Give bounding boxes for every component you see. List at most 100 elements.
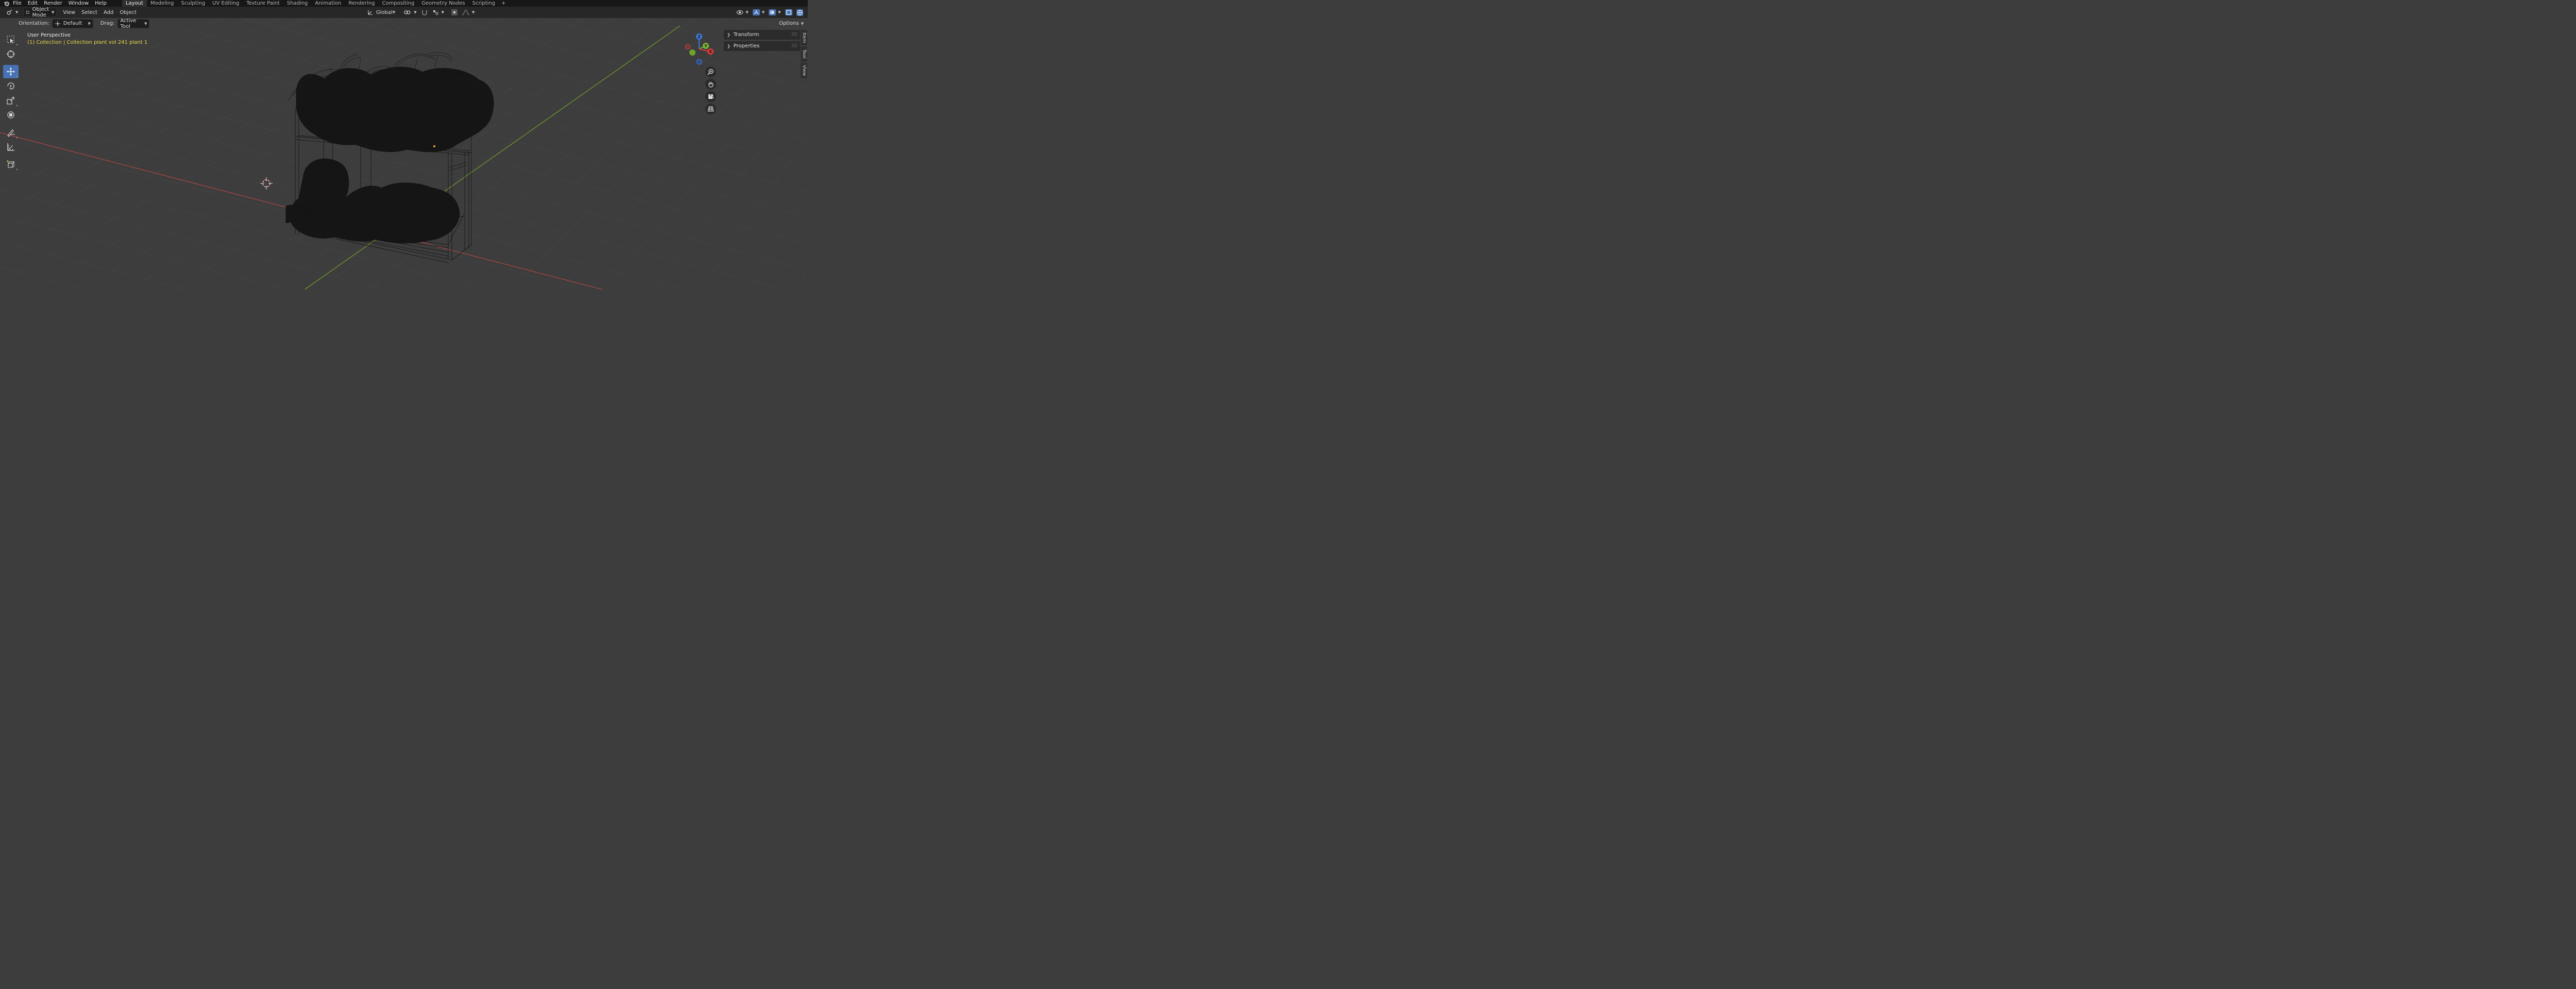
menu-select[interactable]: Select xyxy=(78,10,100,15)
tab-compositing[interactable]: Compositing xyxy=(379,0,418,7)
measure-tool[interactable] xyxy=(3,140,19,154)
orientation-setting-value: Default xyxy=(63,21,82,26)
gizmo-neg-y[interactable] xyxy=(689,49,696,56)
xray-icon xyxy=(785,9,792,15)
orientation-setting-dropdown[interactable]: Default ▼ xyxy=(52,19,93,28)
sidebar-tabs: Item Tool View xyxy=(801,30,808,79)
grid-perspective-icon xyxy=(707,106,714,112)
tab-layout[interactable]: Layout xyxy=(122,0,147,7)
gizmo-z-label: Z xyxy=(698,35,701,39)
menu-file[interactable]: File xyxy=(10,0,25,7)
gizmo-x-label: X xyxy=(709,49,713,54)
object-mode-icon xyxy=(26,11,29,14)
visibility-dropdown[interactable]: ▼ xyxy=(734,8,750,16)
eye-visibility-icon xyxy=(736,10,744,15)
move-icon xyxy=(7,67,15,76)
gizmo-neg-z[interactable] xyxy=(696,59,702,65)
blender-logo-icon[interactable] xyxy=(3,0,10,7)
panel-properties-label: Properties xyxy=(733,43,760,49)
overlays-toggle[interactable]: ▼ xyxy=(767,8,783,16)
zoom-button[interactable] xyxy=(705,66,716,77)
editor-type-button[interactable]: ▼ xyxy=(4,8,20,16)
drag-grip-icon[interactable]: ⠿⠿ xyxy=(791,32,798,38)
select-box-tool[interactable] xyxy=(3,33,19,46)
menu-object[interactable]: Object xyxy=(116,10,140,15)
mode-label: Object Mode xyxy=(32,7,49,18)
rotate-icon xyxy=(7,82,14,90)
drag-setting-dropdown[interactable]: Active Tool ▼ xyxy=(117,18,150,29)
overlays-icon xyxy=(769,9,776,15)
tab-item[interactable]: Item xyxy=(801,30,807,45)
snap-toggle[interactable] xyxy=(419,8,430,16)
menu-window[interactable]: Window xyxy=(65,0,92,7)
gizmo-icon xyxy=(752,9,760,15)
tab-shading[interactable]: Shading xyxy=(283,0,312,7)
menu-render[interactable]: Render xyxy=(41,0,65,7)
view-perspective-label: User Perspective xyxy=(27,32,71,38)
drag-grip-icon[interactable]: ⠿⠿ xyxy=(791,44,798,49)
falloff-dropdown[interactable]: ▼ xyxy=(460,8,477,16)
gizmo-y-label: Y xyxy=(704,44,707,48)
options-label: Options xyxy=(779,21,799,26)
top-menu-bar: File Edit Render Window Help Layout Mode… xyxy=(0,0,808,7)
select-box-icon xyxy=(7,36,14,43)
tab-geometry-nodes[interactable]: Geometry Nodes xyxy=(418,0,468,7)
annotate-icon xyxy=(7,129,15,137)
transform-orientation-dropdown[interactable]: Global ▼ xyxy=(365,8,397,16)
cursor-tool[interactable] xyxy=(3,47,19,61)
navigation-gizmo[interactable]: Z Y X xyxy=(683,32,716,67)
xray-toggle[interactable] xyxy=(783,8,794,16)
mode-dropdown[interactable]: Object Mode ▼ xyxy=(23,7,57,18)
tab-view[interactable]: View xyxy=(801,63,807,78)
tab-uv-editing[interactable]: UV Editing xyxy=(209,0,243,7)
tab-tool[interactable]: Tool xyxy=(801,46,807,62)
menu-view[interactable]: View xyxy=(60,10,78,15)
measure-icon xyxy=(7,143,14,151)
options-dropdown[interactable]: Options ▼ xyxy=(777,20,806,28)
falloff-curve-icon xyxy=(462,9,470,15)
wireframe-shading-icon xyxy=(796,9,803,16)
tool-settings-bar: Orientation: Default ▼ Drag: Active Tool… xyxy=(0,18,808,29)
add-workspace-button[interactable]: + xyxy=(499,0,508,7)
pan-button[interactable] xyxy=(705,79,716,90)
chevron-down-icon: ▼ xyxy=(778,10,781,14)
tab-rendering[interactable]: Rendering xyxy=(345,0,378,7)
add-cube-tool[interactable] xyxy=(3,158,19,171)
panel-transform[interactable]: ❯ Transform ⠿⠿ xyxy=(724,30,800,40)
scale-tool[interactable] xyxy=(3,94,19,107)
chevron-down-icon: ▼ xyxy=(392,10,396,14)
move-tool[interactable] xyxy=(3,65,19,78)
tab-sculpting[interactable]: Sculpting xyxy=(177,0,209,7)
menu-add[interactable]: Add xyxy=(100,10,116,15)
drag-setting-label: Drag: xyxy=(100,21,115,26)
pivot-point-button[interactable]: ▼ xyxy=(401,8,418,16)
tab-scripting[interactable]: Scripting xyxy=(469,0,499,7)
proportional-edit-toggle[interactable] xyxy=(449,8,460,16)
shading-wireframe-button[interactable] xyxy=(794,8,805,16)
tab-texture-paint[interactable]: Texture Paint xyxy=(243,0,283,7)
gizmo-toggle[interactable]: ▼ xyxy=(751,8,767,16)
menu-help[interactable]: Help xyxy=(92,0,110,7)
perspective-toggle-button[interactable] xyxy=(705,104,716,114)
transform-tool[interactable] xyxy=(3,108,19,122)
tab-animation[interactable]: Animation xyxy=(312,0,345,7)
y-axis-line xyxy=(304,25,681,289)
panel-transform-label: Transform xyxy=(733,32,759,38)
chevron-down-icon: ▼ xyxy=(144,21,147,26)
panel-properties[interactable]: ❯ Properties ⠿⠿ xyxy=(724,41,800,51)
annotate-tool[interactable] xyxy=(3,126,19,139)
snap-target-dropdown[interactable]: ▼ xyxy=(430,8,446,16)
menu-edit[interactable]: Edit xyxy=(25,0,41,7)
3d-cursor[interactable] xyxy=(260,177,273,190)
tab-modeling[interactable]: Modeling xyxy=(147,0,178,7)
camera-view-button[interactable] xyxy=(705,91,716,102)
chevron-down-icon: ▼ xyxy=(51,10,55,14)
gizmo-neg-x[interactable] xyxy=(685,44,691,50)
transform-icon xyxy=(7,111,14,118)
snap-increment-icon xyxy=(433,10,438,15)
camera-icon xyxy=(708,94,714,99)
hand-icon xyxy=(708,82,714,88)
chevron-down-icon: ▼ xyxy=(801,21,804,26)
rotate-tool[interactable] xyxy=(3,79,19,93)
shading-solid-button[interactable] xyxy=(805,8,808,16)
